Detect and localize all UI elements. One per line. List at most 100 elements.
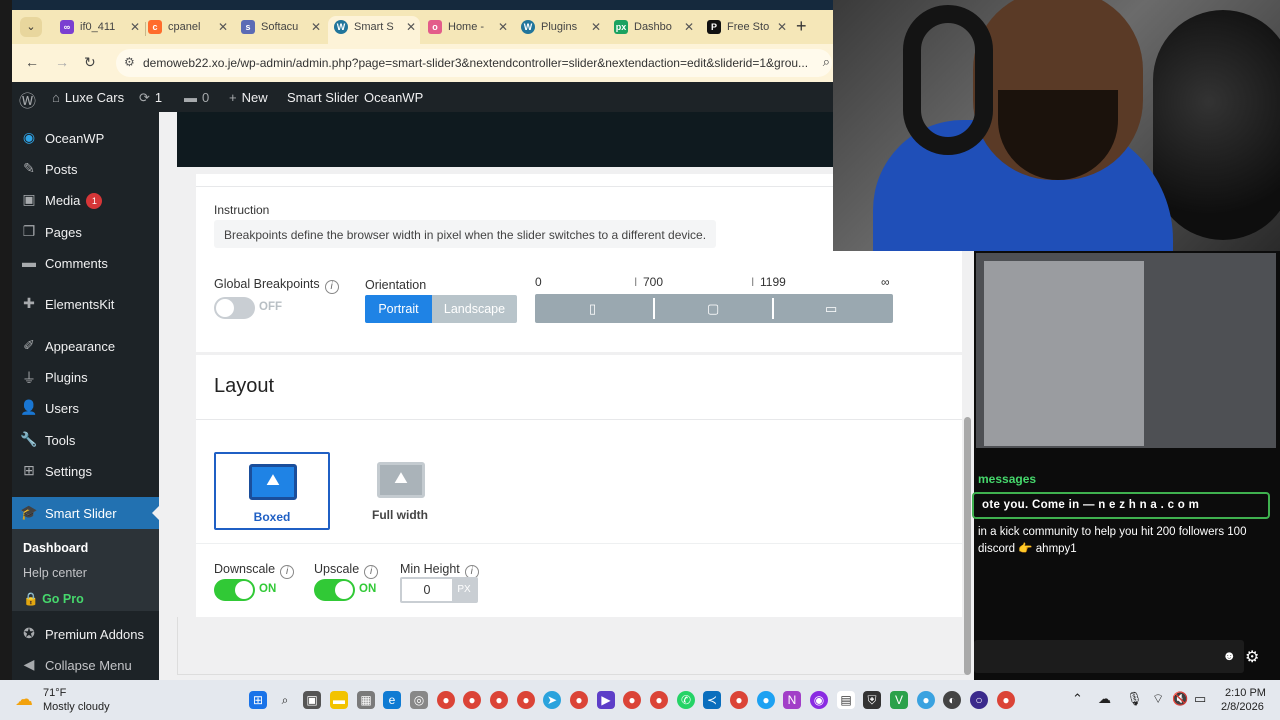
video-editor-icon[interactable]: ▶ [597,691,615,709]
tab-6[interactable]: W Plugins ✕ [515,16,605,44]
new-content-link[interactable]: + New [229,90,268,105]
min-height-input[interactable]: 0 PX [400,577,478,603]
app-icon[interactable]: ● [757,691,775,709]
tab-1[interactable]: ∞ if0_411 ✕ [54,16,144,44]
sidebar-item-pages[interactable]: ❐ Pages [12,217,159,247]
tab-5[interactable]: o Home - ✕ [422,16,512,44]
forward-icon[interactable]: → [55,54,69,70]
close-icon[interactable]: ✕ [777,16,787,38]
zoom-icon[interactable]: ⌕ [823,54,830,70]
url-text[interactable]: demoweb22.xo.je/wp-admin/admin.php?page=… [143,56,813,70]
sidebar-item-plugins[interactable]: ⏚ Plugins [12,362,159,392]
min-height-value[interactable]: 0 [402,583,452,597]
sidebar-item-appearance[interactable]: ✐ Appearance [12,331,159,361]
onenote-icon[interactable]: N [783,691,801,709]
submenu-help-center[interactable]: Help center [23,566,87,580]
back-icon[interactable]: ← [25,54,39,70]
gear-icon[interactable]: ⚙ [1245,647,1259,667]
chrome-icon[interactable]: ● [517,691,535,709]
site-info-icon[interactable]: ⚙ [124,55,135,69]
chrome-icon[interactable]: ● [463,691,481,709]
sidebar-item-premium-addons[interactable]: ✪ Premium Addons [12,619,159,649]
sidebar-item-posts[interactable]: ✎ Posts [12,154,159,184]
info-icon[interactable]: i [280,565,295,579]
app-icon[interactable]: ● [917,691,935,709]
chevron-up-icon[interactable]: ⌃ [1072,691,1083,707]
oceanwp-link[interactable]: OceanWP [364,90,423,105]
app-icon[interactable]: ◎ [410,691,428,709]
whatsapp-icon[interactable]: ✆ [677,691,695,709]
wifi-icon[interactable]: ⌔ [1152,691,1164,707]
weather-icon[interactable]: ☁ [15,689,33,710]
sidebar-item-oceanwp[interactable]: ◉ OceanWP [12,123,159,153]
submenu-dashboard[interactable]: Dashboard [23,541,88,555]
downscale-toggle[interactable] [214,579,255,601]
chrome-icon[interactable]: ● [650,691,668,709]
speaker-muted-icon[interactable]: 🔇 [1172,691,1188,707]
comments-link[interactable]: ▬ 0 [184,90,209,105]
edge-icon[interactable]: e [383,691,401,709]
upscale-toggle[interactable] [314,579,355,601]
app-icon[interactable]: ○ [970,691,988,709]
chrome-icon[interactable]: ● [490,691,508,709]
layout-boxed-option[interactable]: ⛰ Boxed [214,452,330,530]
start-icon[interactable]: ⊞ [249,691,267,709]
task-view-icon[interactable]: ▣ [303,691,321,709]
breakpoint-bar[interactable]: ▯ ▢ ▭ [535,294,893,323]
close-icon[interactable]: ✕ [684,16,694,38]
sidebar-item-smart-slider[interactable]: 🎓 Smart Slider [12,497,159,529]
microphone-icon[interactable]: 🎙 [1126,691,1143,707]
close-icon[interactable]: ✕ [406,16,416,38]
vscode-icon[interactable]: ≺ [703,691,721,709]
collapse-menu-button[interactable]: ◀ Collapse Menu [12,650,159,680]
global-breakpoints-toggle[interactable] [214,297,255,319]
breakpoint-divider[interactable] [772,298,774,319]
sidebar-item-comments[interactable]: ▬ Comments [12,248,159,278]
store-icon[interactable]: ▦ [357,691,375,709]
app-icon[interactable]: ◉ [810,691,828,709]
close-icon[interactable]: ✕ [218,16,228,38]
clock-date[interactable]: 2/8/2026 [1221,701,1264,713]
new-tab-button[interactable]: + [796,16,807,37]
layout-full-width-option[interactable]: ⛰ Full width [344,452,460,530]
sidebar-item-tools[interactable]: 🔧 Tools [12,425,159,455]
sidebar-item-media[interactable]: ▣ Media 1 [12,185,159,215]
telegram-icon[interactable]: ➤ [543,691,561,709]
drag-handle-icon[interactable]: I [634,275,637,289]
notepad-icon[interactable]: ▤ [837,691,855,709]
chrome-icon[interactable]: ● [730,691,748,709]
tab-3[interactable]: s Softacu ✕ [235,16,325,44]
chrome-icon[interactable]: ● [437,691,455,709]
close-icon[interactable]: ✕ [311,16,321,38]
scrollbar[interactable] [964,417,971,675]
close-icon[interactable]: ✕ [130,16,140,38]
security-icon[interactable]: ⛨ [863,691,881,709]
weather-temp[interactable]: 71°F [43,687,66,699]
clock-time[interactable]: 2:10 PM [1225,687,1266,699]
url-bar[interactable]: ⚙ demoweb22.xo.je/wp-admin/admin.php?pag… [116,49,832,77]
file-explorer-icon[interactable]: ▬ [330,691,348,709]
breakpoint-divider[interactable] [653,298,655,319]
smart-slider-link[interactable]: Smart Slider [287,90,359,105]
cloud-icon[interactable]: ☁ [1098,691,1111,707]
sidebar-item-settings[interactable]: ⊞ Settings [12,456,159,486]
close-icon[interactable]: ✕ [591,16,601,38]
chrome-icon[interactable]: ● [570,691,588,709]
drag-handle-icon[interactable]: I [751,275,754,289]
weather-desc[interactable]: Mostly cloudy [43,701,110,713]
tab-8[interactable]: P Free Sto ✕ [701,16,791,44]
site-name-link[interactable]: ⌂ Luxe Cars [52,90,124,105]
sidebar-item-elementskit[interactable]: ✚ ElementsKit [12,289,159,319]
chat-input[interactable]: ☻ [974,640,1244,673]
search-icon[interactable]: ⌕ [276,691,294,709]
tab-2[interactable]: c cpanel ✕ [142,16,232,44]
app-icon[interactable]: V [890,691,908,709]
landscape-button[interactable]: Landscape [432,295,517,323]
submenu-go-pro[interactable]: 🔒 Go Pro [23,592,84,607]
tab-search-button[interactable]: ⌄ [20,17,42,37]
portrait-button[interactable]: Portrait [365,295,432,323]
info-icon[interactable]: i [364,565,379,579]
wordpress-logo-icon[interactable]: Ⓦ [19,87,36,112]
chrome-icon[interactable]: ● [623,691,641,709]
battery-icon[interactable]: ▭ [1194,691,1206,707]
